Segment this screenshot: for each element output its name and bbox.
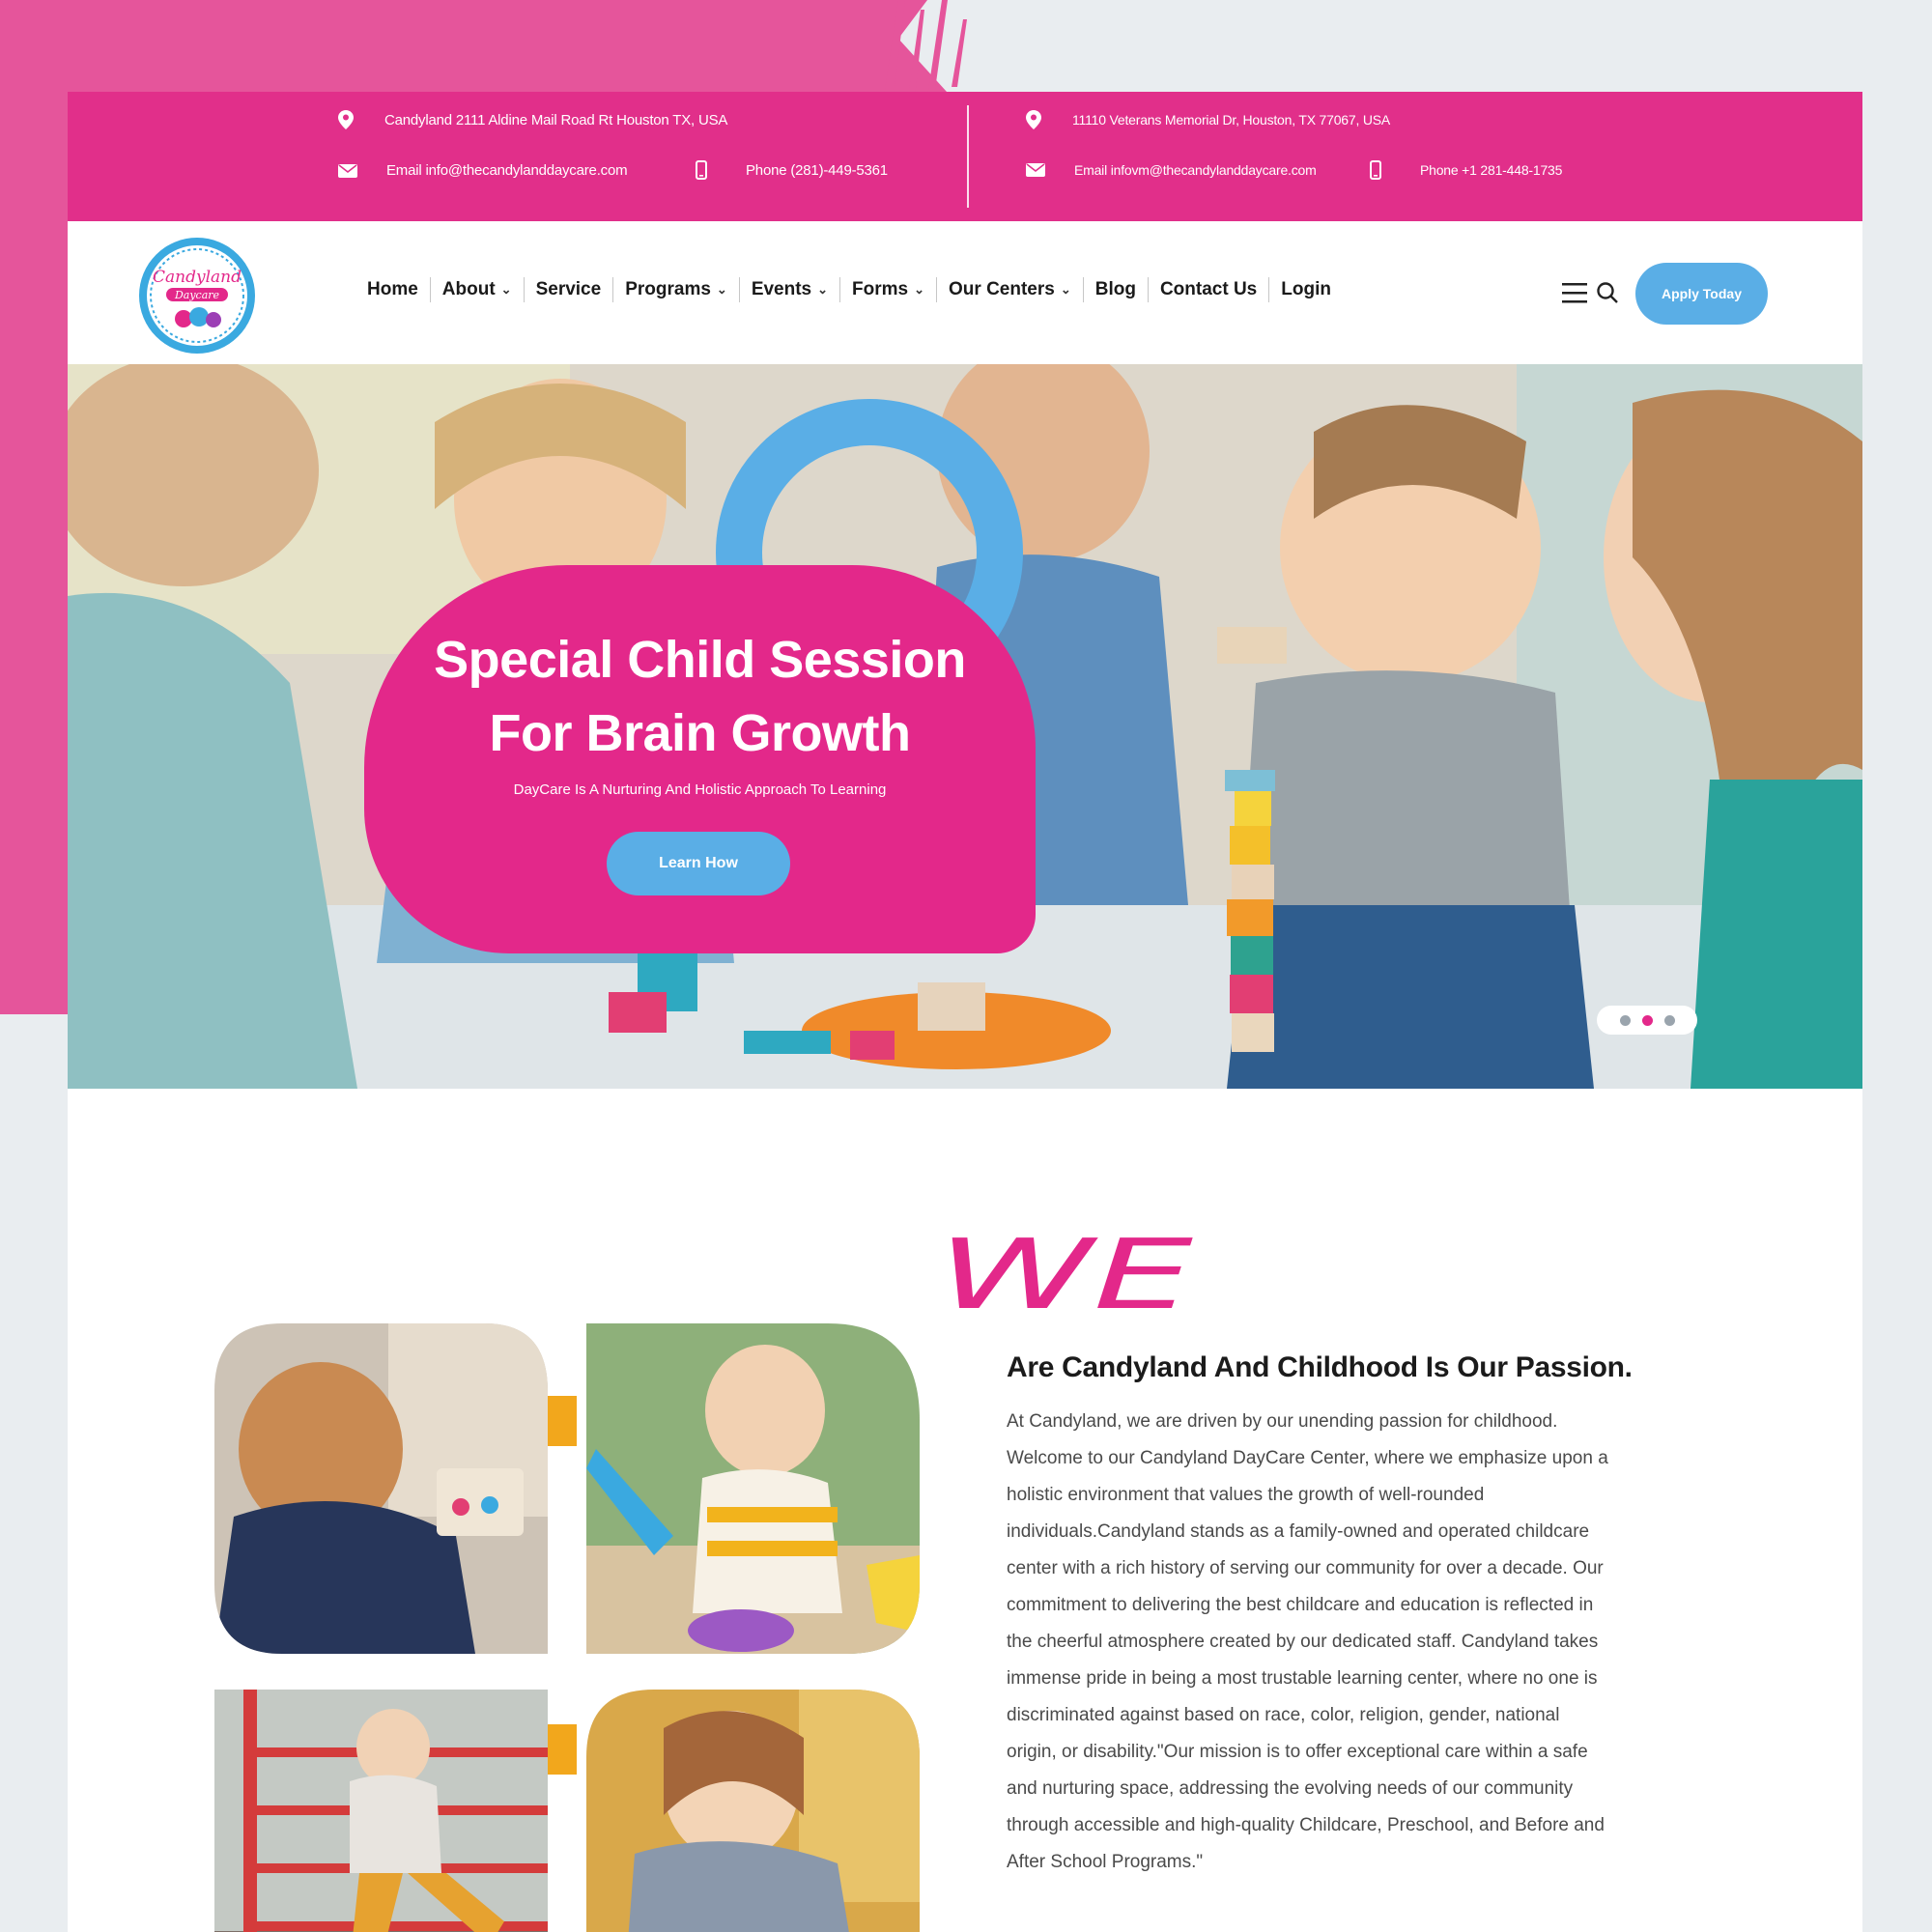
chevron-down-icon: ⌄ <box>500 282 512 297</box>
hero-subtitle: DayCare Is A Nurturing And Holistic Appr… <box>513 781 887 798</box>
nav-events[interactable]: Events ⌄ <box>740 277 841 302</box>
slider-dot-2[interactable] <box>1641 1014 1653 1026</box>
mobile-phone-icon <box>696 160 707 180</box>
brush-stroke-decoration <box>884 0 967 97</box>
slider-dot-1[interactable] <box>1619 1014 1631 1026</box>
nav-login[interactable]: Login <box>1269 277 1343 302</box>
paragraph-line: the cheerful atmosphere created by our d… <box>1007 1632 1599 1652</box>
about-section: WE Are Candyland And Childhood Is Our Pa… <box>68 1089 1862 1932</box>
hero-title-line-1: Special Child Session <box>434 631 966 689</box>
hero-promo-card: Special Child Session For Brain Growth D… <box>364 565 1036 953</box>
nav-programs[interactable]: Programs ⌄ <box>613 277 740 302</box>
we-script-heading: WE <box>937 1219 1193 1325</box>
gallery-connector <box>548 1396 577 1446</box>
slider-dot-3[interactable] <box>1663 1014 1675 1026</box>
nav-our-centers[interactable]: Our Centers ⌄ <box>937 277 1084 302</box>
chevron-down-icon: ⌄ <box>817 282 829 297</box>
nav-contact-us[interactable]: Contact Us <box>1149 277 1270 302</box>
site-header: Candyland Daycare Home About ⌄ Service Pr… <box>68 221 1862 364</box>
chevron-down-icon: ⌄ <box>914 282 925 297</box>
logo-wordmark-daycare: Daycare <box>174 289 220 301</box>
topbar-address-text: 11110 Veterans Memorial Dr, Houston, TX … <box>1072 112 1391 128</box>
toddler-sandbox-photo <box>586 1323 920 1654</box>
envelope-icon <box>1026 163 1045 177</box>
paragraph-line: and nurturing space, addressing the evol… <box>1007 1778 1574 1799</box>
topbar-phone-2[interactable]: Phone +1 281-448-1735 <box>1370 160 1562 180</box>
topbar-address-1: Candyland 2111 Aldine Mail Road Rt Houst… <box>338 110 727 129</box>
topbar-address-2: 11110 Veterans Memorial Dr, Houston, TX … <box>1026 110 1390 129</box>
mobile-phone-icon <box>1370 160 1381 180</box>
chevron-down-icon: ⌄ <box>716 282 727 297</box>
topbar-phone-text[interactable]: Phone (281)-449-5361 <box>746 162 888 179</box>
paragraph-line: holistic environment that values the gro… <box>1007 1485 1485 1505</box>
topbar-phone-1[interactable]: Phone (281)-449-5361 <box>696 160 888 180</box>
paragraph-line: commitment to delivering the best childc… <box>1007 1595 1594 1615</box>
learn-how-button[interactable]: Learn How <box>607 832 790 895</box>
apply-today-button[interactable]: Apply Today <box>1635 263 1768 325</box>
paragraph-line: origin, or disability."Our mission is to… <box>1007 1742 1588 1762</box>
child-drawing-photo <box>586 1690 920 1932</box>
topbar-divider <box>967 105 969 208</box>
nav-label: Forms <box>852 279 909 299</box>
nav-label: Home <box>367 279 418 299</box>
main-nav: Home About ⌄ Service Programs ⌄ Events ⌄ Fo… <box>355 277 1343 302</box>
nav-service[interactable]: Service <box>525 277 614 302</box>
nav-forms[interactable]: Forms ⌄ <box>840 277 938 302</box>
hero-slider: Special Child Session For Brain Growth D… <box>68 364 1862 1089</box>
hero-title-line-2: For Brain Growth <box>489 704 912 762</box>
nav-label: Service <box>535 279 602 299</box>
nav-label: Programs <box>625 279 711 299</box>
hamburger-menu-icon[interactable] <box>1562 281 1587 304</box>
topbar-phone-text[interactable]: Phone +1 281-448-1735 <box>1420 162 1562 178</box>
chevron-down-icon: ⌄ <box>1060 282 1071 297</box>
paragraph-line: discriminated against based on race, col… <box>1007 1705 1560 1725</box>
nav-blog[interactable]: Blog <box>1084 277 1149 302</box>
topbar-address-text: Candyland 2111 Aldine Mail Road Rt Houst… <box>384 111 728 128</box>
paragraph-line: immense pride in being a most trustable … <box>1007 1668 1598 1689</box>
child-climbing-playground-photo <box>214 1690 548 1932</box>
envelope-icon <box>338 163 357 178</box>
topbar-email-2[interactable]: Email infovm@thecandylanddaycare.com <box>1026 162 1317 178</box>
nav-label: Events <box>751 279 812 299</box>
paragraph-line: At Candyland, we are driven by our unend… <box>1007 1411 1558 1432</box>
website-screenshot: Candyland 2111 Aldine Mail Road Rt Houst… <box>68 92 1862 1932</box>
gallery-connector <box>548 1724 577 1775</box>
slider-pagination <box>1597 1006 1697 1035</box>
candyland-daycare-logo[interactable]: Candyland Daycare <box>137 236 257 355</box>
about-paragraph: At Candyland, we are driven by our unend… <box>1007 1404 1683 1881</box>
topbar-email-1[interactable]: Email info@thecandylanddaycare.com <box>338 162 628 179</box>
paragraph-line: Welcome to our Candyland DayCare Center,… <box>1007 1448 1608 1468</box>
paragraph-line: individuals.Candyland stands as a family… <box>1007 1521 1590 1542</box>
about-heading: Are Candyland And Childhood Is Our Passi… <box>1007 1351 1633 1383</box>
nav-label: Login <box>1281 279 1331 299</box>
toddler-playing-toys-photo <box>214 1323 548 1654</box>
nav-label: Contact Us <box>1159 279 1258 299</box>
nav-label: Blog <box>1094 279 1136 299</box>
search-icon[interactable] <box>1596 281 1619 304</box>
hero-title: Special Child Session For Brain Growth <box>364 623 1036 770</box>
contact-topbar: Candyland 2111 Aldine Mail Road Rt Houst… <box>68 92 1862 221</box>
paragraph-line: through accessible and high-quality Chil… <box>1007 1815 1605 1835</box>
we-script-text: WE <box>937 1219 1193 1325</box>
map-pin-icon <box>338 110 354 129</box>
paragraph-line: center with a rich history of serving ou… <box>1007 1558 1604 1578</box>
nav-about[interactable]: About ⌄ <box>431 277 525 302</box>
nav-label: About <box>441 279 496 299</box>
paragraph-line: After School Programs." <box>1007 1852 1204 1872</box>
logo-wordmark-candyland: Candyland <box>153 268 242 287</box>
topbar-email-text[interactable]: Email infovm@thecandylanddaycare.com <box>1074 162 1317 178</box>
nav-home[interactable]: Home <box>355 277 431 302</box>
map-pin-icon <box>1026 110 1041 129</box>
topbar-email-text[interactable]: Email info@thecandylanddaycare.com <box>386 162 628 179</box>
nav-label: Our Centers <box>949 279 1055 299</box>
